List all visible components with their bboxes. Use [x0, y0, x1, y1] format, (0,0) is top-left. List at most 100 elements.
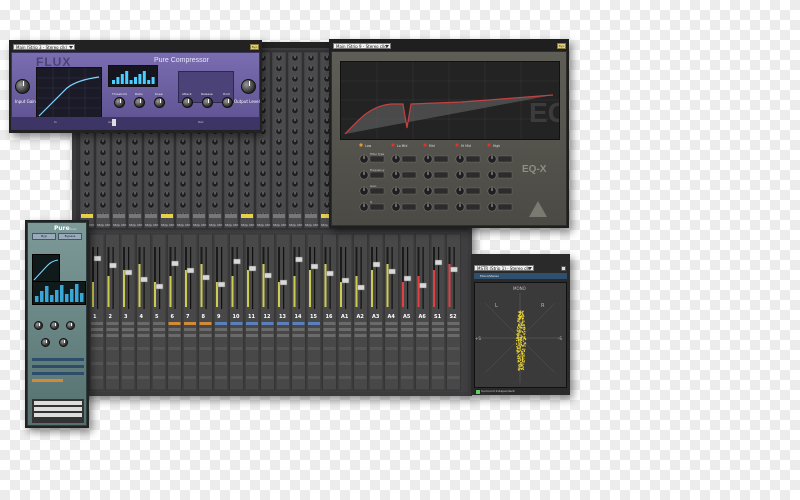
goniometer-close-button[interactable]	[561, 266, 566, 271]
mixer-route-button[interactable]	[137, 322, 150, 325]
mixer-route-button[interactable]	[122, 322, 134, 325]
mixer-insert-slot[interactable]	[153, 347, 165, 350]
mixer-solo-button[interactable]	[401, 328, 413, 331]
mixer-solo-button[interactable]	[447, 328, 460, 331]
small-compressor-sliders[interactable]	[32, 358, 84, 394]
mixer-solo-button[interactable]	[230, 328, 243, 331]
eq-value-box[interactable]	[433, 203, 449, 211]
mixer-insert-slot[interactable]	[308, 347, 320, 350]
eq-preset-dropdown[interactable]: Main (Strip 9 - Stereo clk)	[333, 43, 391, 49]
mixer-select-button[interactable]	[209, 214, 221, 218]
mixer-fader-cap[interactable]	[326, 270, 334, 277]
eq-value-box[interactable]	[433, 155, 449, 163]
mixer-output-slot[interactable]	[122, 376, 134, 379]
mixer-select-button[interactable]	[177, 214, 189, 218]
mixer-mute-button[interactable]	[277, 334, 289, 337]
mixer-route-button[interactable]	[354, 322, 367, 325]
small-compressor-bypass-button[interactable]: Byp	[32, 233, 56, 240]
mixer-send-slot[interactable]	[122, 362, 134, 365]
eq-value-box[interactable]	[497, 155, 513, 163]
mixer-fader-cap[interactable]	[264, 272, 272, 279]
mixer-solo-button[interactable]	[354, 328, 367, 331]
mixer-mute-button[interactable]	[168, 334, 181, 337]
mixer-solo-button[interactable]	[122, 328, 134, 331]
mixer-output-slot[interactable]	[91, 376, 103, 379]
mixer-insert-slot[interactable]	[106, 347, 119, 350]
eq-value-box[interactable]	[497, 171, 513, 179]
eq-value-box[interactable]	[369, 203, 385, 211]
small-attack-knob[interactable]	[41, 338, 50, 347]
mixer-route-button[interactable]	[370, 322, 382, 325]
eq-value-box[interactable]	[401, 203, 417, 211]
eq-value-box[interactable]	[433, 187, 449, 195]
eq-value-box[interactable]	[465, 187, 481, 195]
mixer-fader-cap[interactable]	[140, 276, 148, 283]
mixer-output-slot[interactable]	[354, 376, 367, 379]
mixer-output-slot[interactable]	[416, 376, 429, 379]
mixer-select-button[interactable]	[289, 214, 301, 218]
mixer-mute-button[interactable]	[184, 334, 196, 337]
small-threshold-knob[interactable]	[34, 321, 43, 330]
mixer-mute-button[interactable]	[432, 334, 444, 337]
mixer-solo-button[interactable]	[292, 328, 305, 331]
mixer-insert-slot[interactable]	[416, 347, 429, 350]
eq-value-box[interactable]	[369, 187, 385, 195]
mixer-insert-slot[interactable]	[168, 347, 181, 350]
eq-value-box[interactable]	[465, 171, 481, 179]
mixer-output-slot[interactable]	[106, 376, 119, 379]
mixer-insert-slot[interactable]	[447, 347, 460, 350]
compressor-close-button[interactable]: Byp	[250, 44, 259, 50]
mixer-insert-slot[interactable]	[215, 347, 227, 350]
mixer-mute-button[interactable]	[401, 334, 413, 337]
mixer-fader-cap[interactable]	[388, 268, 396, 275]
mixer-send-slot[interactable]	[323, 362, 336, 365]
mixer-insert-slot[interactable]	[122, 347, 134, 350]
mixer-insert-slot[interactable]	[246, 347, 258, 350]
eq-value-box[interactable]	[497, 203, 513, 211]
mixer-send-slot[interactable]	[261, 362, 274, 365]
attack-knob[interactable]	[182, 97, 193, 108]
mixer-fader-cap[interactable]	[155, 283, 164, 290]
input-gain-knob[interactable]	[15, 79, 30, 94]
mixer-send-slot[interactable]	[153, 362, 165, 365]
mixer-output-slot[interactable]	[184, 376, 196, 379]
mixer-output-slot[interactable]	[153, 376, 165, 379]
mixer-output-slot[interactable]	[168, 376, 181, 379]
mixer-insert-slot[interactable]	[277, 347, 289, 350]
mixer-insert-slot[interactable]	[137, 347, 150, 350]
mixer-send-slot[interactable]	[385, 362, 398, 365]
mixer-solo-button[interactable]	[339, 328, 351, 331]
mixer-output-slot[interactable]	[292, 376, 305, 379]
mixer-solo-button[interactable]	[308, 328, 320, 331]
mixer-route-button[interactable]	[230, 322, 243, 325]
eq-value-box[interactable]	[401, 155, 417, 163]
mixer-select-button[interactable]	[193, 214, 205, 218]
mixer-route-button[interactable]	[199, 322, 212, 325]
mixer-output-slot[interactable]	[246, 376, 258, 379]
mixer-insert-slot[interactable]	[432, 347, 444, 350]
mixer-solo-button[interactable]	[370, 328, 382, 331]
eq-value-box[interactable]	[369, 171, 385, 179]
mixer-insert-slot[interactable]	[184, 347, 196, 350]
hold-knob[interactable]	[222, 97, 233, 108]
mixer-mute-button[interactable]	[339, 334, 351, 337]
mixer-insert-slot[interactable]	[401, 347, 413, 350]
mixer-fader-cap[interactable]	[434, 259, 443, 266]
mixer-solo-button[interactable]	[277, 328, 289, 331]
mixer-fader-cap[interactable]	[202, 274, 210, 281]
mixer-send-slot[interactable]	[184, 362, 196, 365]
ratio-knob[interactable]	[134, 97, 145, 108]
knee-knob[interactable]	[154, 97, 165, 108]
mixer-fader-cap[interactable]	[403, 275, 412, 282]
mixer-mute-button[interactable]	[385, 334, 398, 337]
mixer-output-slot[interactable]	[401, 376, 413, 379]
mixer-solo-button[interactable]	[261, 328, 274, 331]
mixer-mute-button[interactable]	[370, 334, 382, 337]
mixer-insert-slot[interactable]	[230, 347, 243, 350]
mixer-send-slot[interactable]	[416, 362, 429, 365]
mixer-fader-cap[interactable]	[310, 263, 319, 270]
release-knob[interactable]	[202, 97, 213, 108]
mixer-mute-button[interactable]	[292, 334, 305, 337]
mixer-route-button[interactable]	[447, 322, 460, 325]
mixer-output-slot[interactable]	[261, 376, 274, 379]
